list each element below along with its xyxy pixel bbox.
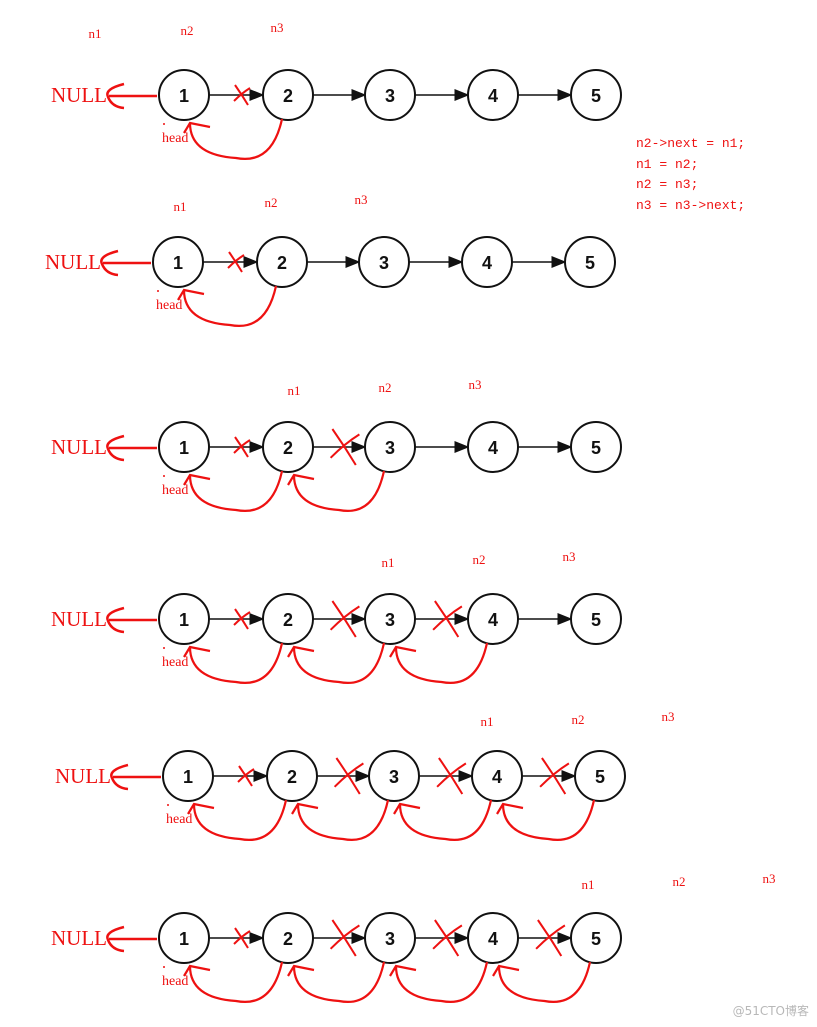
node-value: 4: [488, 86, 498, 106]
pointer-label-n3: n3: [469, 377, 482, 392]
head-dot: [157, 290, 159, 292]
node-value: 4: [492, 767, 502, 787]
pointer-label-n1: n1: [481, 714, 494, 729]
node-value: 5: [591, 929, 601, 949]
null-label: NULL: [51, 83, 107, 107]
watermark: @51CTO博客: [732, 1004, 809, 1018]
head-dot: [163, 647, 165, 649]
head-dot: [167, 804, 169, 806]
reverse-link-arrowhead: [291, 802, 319, 815]
null-label: NULL: [45, 250, 101, 274]
reverse-link-arrowhead: [287, 473, 315, 486]
node-value: 3: [385, 438, 395, 458]
head-dot: [163, 966, 165, 968]
node-value: 4: [482, 253, 492, 273]
node-value: 5: [591, 86, 601, 106]
node-value: 1: [179, 86, 189, 106]
node-value: 3: [389, 767, 399, 787]
node-value: 3: [385, 929, 395, 949]
node-value: 1: [183, 767, 193, 787]
node-value: 4: [488, 438, 498, 458]
reverse-link-arrowhead: [496, 802, 524, 815]
head-dot: [163, 475, 165, 477]
reverse-link-arrowhead: [492, 964, 520, 977]
null-label: NULL: [51, 607, 107, 631]
pointer-label-n1: n1: [288, 383, 301, 398]
node-value: 2: [283, 610, 293, 630]
code-line: n3 = n3->next;: [636, 197, 746, 213]
node-value: 2: [283, 438, 293, 458]
node-value: 5: [591, 438, 601, 458]
node-value: 5: [585, 253, 595, 273]
node-value: 2: [283, 86, 293, 106]
pointer-label-n3: n3: [662, 709, 675, 724]
node-value: 5: [591, 610, 601, 630]
code-line: n2->next = n1;: [636, 136, 746, 151]
node-value: 3: [379, 253, 389, 273]
pointer-label-n1: n1: [582, 877, 595, 892]
reverse-link-arrowhead: [389, 964, 417, 977]
pointer-label-n3: n3: [563, 549, 576, 564]
pointer-label-n2: n2: [379, 380, 392, 395]
reverse-link-arrowhead: [287, 645, 315, 658]
node-value: 1: [179, 610, 189, 630]
pointer-label-n3: n3: [271, 20, 284, 35]
node-value: 5: [595, 767, 605, 787]
code-snippet: n2->next = n1; n1 = n2; n2 = n3; n3 = n3…: [636, 134, 745, 216]
pointer-label-n2: n2: [181, 23, 194, 38]
node-value: 4: [488, 929, 498, 949]
reverse-link-arrowhead: [389, 645, 417, 658]
reverse-link-arrowhead: [393, 802, 421, 815]
null-label: NULL: [51, 435, 107, 459]
code-line: n2 = n3;: [636, 177, 699, 192]
null-label: NULL: [55, 764, 111, 788]
pointer-label-n2: n2: [673, 874, 686, 889]
pointer-label-n1: n1: [382, 555, 395, 570]
pointer-label-n3: n3: [355, 192, 368, 207]
node-value: 3: [385, 610, 395, 630]
head-dot: [163, 123, 165, 125]
pointer-label-n1: n1: [174, 199, 187, 214]
code-line: n1 = n2;: [636, 156, 699, 172]
node-value: 3: [385, 86, 395, 106]
node-value: 1: [179, 438, 189, 458]
pointer-label-n2: n2: [473, 552, 486, 567]
reverse-link-arrowhead: [287, 964, 315, 977]
null-label: NULL: [51, 926, 107, 950]
node-value: 1: [173, 253, 183, 273]
pointer-label-n2: n2: [265, 195, 278, 210]
pointer-label-n2: n2: [572, 712, 585, 727]
pointer-label-n1: n1: [89, 26, 102, 41]
node-value: 2: [283, 929, 293, 949]
pointer-label-n3: n3: [763, 871, 776, 886]
node-value: 1: [179, 929, 189, 949]
node-value: 4: [488, 610, 498, 630]
node-value: 2: [277, 253, 287, 273]
node-value: 2: [287, 767, 297, 787]
